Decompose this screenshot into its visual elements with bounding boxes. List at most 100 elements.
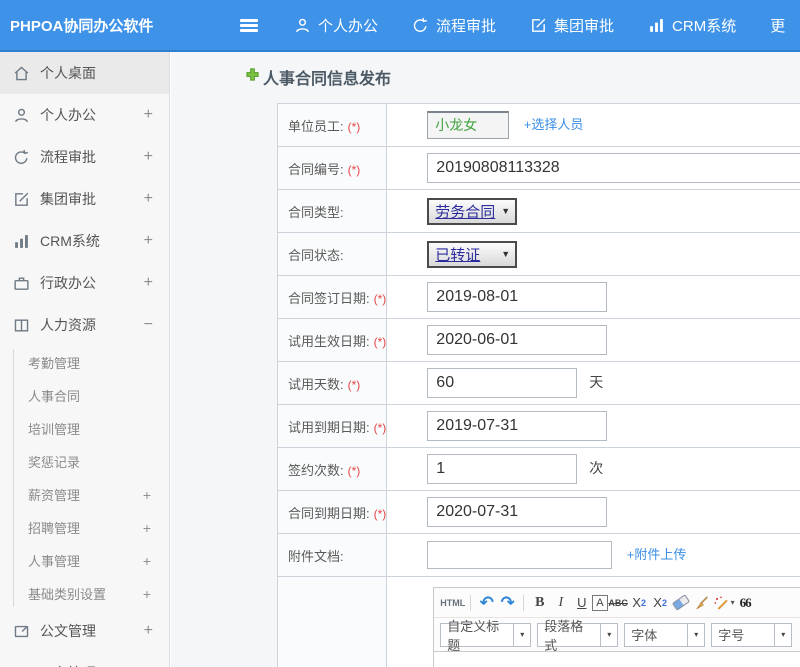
sidebar-subitem-personnel[interactable]: 人事管理 +: [0, 544, 169, 577]
chevron-down-icon: ▾: [513, 624, 530, 646]
field-label: 合同类型:: [288, 205, 344, 220]
nav-item-more[interactable]: 更: [770, 15, 785, 36]
form-row-editor: HTML ↶ ↷ B I U A ABC X2 X2: [278, 577, 800, 667]
toolbar-row-2: 自定义标题 ▾ 段落格式 ▾ 字体 ▾ 字号 ▾: [434, 618, 800, 651]
form-row-attachment: 附件文档: +附件上传: [278, 534, 800, 577]
sidebar-subitem-training[interactable]: 培训管理: [0, 412, 169, 445]
html-source-button[interactable]: HTML: [440, 592, 465, 614]
edit-icon: [530, 17, 547, 34]
sidebar-item-official-doc[interactable]: 公文管理 +: [0, 610, 169, 652]
sidebar-subitem-salary[interactable]: 薪资管理 +: [0, 478, 169, 511]
sidebar-subitem-base-category[interactable]: 基础类别设置 +: [0, 577, 169, 610]
app-title: PHPOA协同办公软件: [0, 15, 240, 36]
font-color-button[interactable]: A: [592, 595, 607, 611]
custom-title-dropdown[interactable]: 自定义标题 ▾: [440, 623, 531, 647]
sidebar-subitem-hr-contract[interactable]: 人事合同: [0, 379, 169, 412]
hamburger-menu-icon[interactable]: [240, 19, 258, 32]
attachment-upload-link[interactable]: +附件上传: [627, 547, 687, 562]
required-mark: (*): [348, 464, 361, 478]
font-size-dropdown[interactable]: 字号 ▾: [711, 623, 792, 647]
underline-button[interactable]: U: [571, 592, 592, 614]
hr-submenu: 考勤管理 人事合同 培训管理 奖惩记录 薪资管理 + 招聘管理 + 人事管理 +…: [0, 346, 169, 610]
contract-status-select[interactable]: 已转证 ▼: [427, 241, 517, 268]
expand-plus[interactable]: +: [144, 190, 153, 208]
strikethrough-button[interactable]: ABC: [608, 592, 629, 614]
sidebar-item-personal-desktop[interactable]: 个人桌面: [0, 52, 169, 94]
required-mark: (*): [374, 335, 387, 349]
magic-format-icon[interactable]: ▾: [713, 592, 735, 614]
field-label: 签约次数:: [288, 463, 344, 478]
required-mark: (*): [348, 378, 361, 392]
required-mark: (*): [374, 507, 387, 521]
trial-end-input[interactable]: [427, 411, 607, 441]
sidebar-item-personal-office[interactable]: 个人办公 +: [0, 94, 169, 136]
expand-plus[interactable]: +: [144, 148, 153, 166]
top-nav: 个人办公 流程审批 集团审批 CRM系统 更: [294, 15, 785, 36]
expand-plus[interactable]: +: [144, 274, 153, 292]
expand-plus[interactable]: +: [143, 487, 151, 503]
page-title-text: 人事合同信息发布: [263, 65, 391, 89]
eraser-icon[interactable]: [671, 592, 692, 614]
book-icon: [12, 316, 30, 334]
sidebar-item-process-approval[interactable]: 流程审批 +: [0, 136, 169, 178]
trial-days-input[interactable]: [427, 368, 577, 398]
form-row-trial-start: 试用生效日期:(*): [278, 319, 800, 362]
nav-item-process-approval[interactable]: 流程审批: [412, 15, 496, 36]
top-header: PHPOA协同办公软件 个人办公 流程审批 集团审批 CRM系统: [0, 0, 800, 52]
form-row-sign-count: 签约次数:(*) 次: [278, 448, 800, 491]
richtext-content-area[interactable]: [433, 652, 800, 667]
expand-plus[interactable]: +: [144, 106, 153, 124]
format-brush-icon[interactable]: [692, 592, 713, 614]
bold-button[interactable]: B: [529, 592, 550, 614]
contract-form: 单位员工:(*) 小龙女 +选择人员 合同编号:(*) 合同类型: 劳务合同 ▼: [277, 103, 800, 667]
expand-plus[interactable]: +: [144, 232, 153, 250]
expand-minus[interactable]: −: [144, 316, 153, 334]
select-person-link[interactable]: +选择人员: [524, 117, 584, 132]
redo-icon[interactable]: ↷: [497, 592, 518, 614]
sidebar-item-hr[interactable]: 人力资源 −: [0, 304, 169, 346]
expand-plus[interactable]: +: [143, 520, 151, 536]
sidebar-item-group-approval[interactable]: 集团审批 +: [0, 178, 169, 220]
expand-plus[interactable]: +: [144, 622, 153, 640]
sidebar-subitem-attendance[interactable]: 考勤管理: [0, 346, 169, 379]
user-icon: [12, 106, 30, 124]
font-family-dropdown[interactable]: 字体 ▾: [624, 623, 705, 647]
chevron-down-icon: ▾: [687, 624, 704, 646]
sidebar-item-admin-office[interactable]: 行政办公 +: [0, 262, 169, 304]
required-mark: (*): [374, 421, 387, 435]
required-mark: (*): [348, 163, 361, 177]
briefcase-icon: [12, 274, 30, 292]
form-row-employee: 单位员工:(*) 小龙女 +选择人员: [278, 104, 800, 147]
nav-item-group-approval[interactable]: 集团审批: [530, 15, 614, 36]
nav-item-crm[interactable]: CRM系统: [648, 15, 736, 36]
flow-icon: [12, 148, 30, 166]
sign-date-input[interactable]: [427, 282, 607, 312]
chevron-down-icon: ▼: [501, 206, 510, 216]
chart-icon: [648, 17, 665, 34]
field-label: 合同签订日期:: [288, 291, 370, 306]
blockquote-button[interactable]: 66: [735, 592, 756, 614]
undo-icon[interactable]: ↶: [476, 592, 497, 614]
sidebar-subitem-recruit[interactable]: 招聘管理 +: [0, 511, 169, 544]
expand-plus[interactable]: +: [143, 553, 151, 569]
field-label: 单位员工:: [288, 119, 344, 134]
sign-count-input[interactable]: [427, 454, 577, 484]
toolbar-row-1: HTML ↶ ↷ B I U A ABC X2 X2: [434, 588, 800, 618]
sidebar-item-vehicle[interactable]: 用车管理 +: [0, 652, 169, 667]
contract-end-input[interactable]: [427, 497, 607, 527]
paragraph-format-dropdown[interactable]: 段落格式 ▾: [537, 623, 618, 647]
green-plus-icon: [245, 67, 260, 87]
contract-no-input[interactable]: [427, 153, 800, 183]
superscript-button[interactable]: X2: [629, 592, 650, 614]
sidebar-item-crm[interactable]: CRM系统 +: [0, 220, 169, 262]
contract-type-select[interactable]: 劳务合同 ▼: [427, 198, 517, 225]
trial-start-input[interactable]: [427, 325, 607, 355]
subscript-button[interactable]: X2: [650, 592, 671, 614]
form-row-contract-end: 合同到期日期:(*): [278, 491, 800, 534]
italic-button[interactable]: I: [550, 592, 571, 614]
field-label: 附件文档:: [288, 549, 344, 564]
nav-item-personal-office[interactable]: 个人办公: [294, 15, 378, 36]
expand-plus[interactable]: +: [143, 586, 151, 602]
sidebar-subitem-rewards[interactable]: 奖惩记录: [0, 445, 169, 478]
attachment-input[interactable]: [427, 541, 612, 569]
